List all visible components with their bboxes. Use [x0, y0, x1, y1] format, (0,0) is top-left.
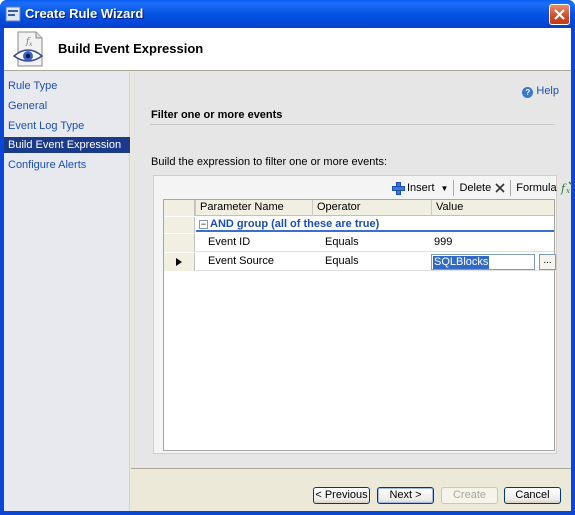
- eye-document-icon: f x: [12, 31, 44, 67]
- content-pane: ? Help Filter one or more events Build th…: [131, 72, 573, 468]
- row-selector[interactable]: [164, 217, 195, 233]
- window-title: Create Rule Wizard: [25, 6, 144, 21]
- column-operator[interactable]: Operator: [312, 200, 431, 216]
- help-link[interactable]: ? Help: [522, 85, 559, 98]
- app-icon: [5, 6, 21, 22]
- formula-label: Formula: [516, 182, 557, 194]
- help-label: Help: [536, 85, 559, 97]
- cancel-button[interactable]: Cancel: [504, 487, 561, 504]
- nav-item-event-log-type[interactable]: Event Log Type: [4, 118, 130, 134]
- chevron-down-icon[interactable]: ▼: [441, 184, 449, 193]
- current-row-arrow-icon: [176, 258, 182, 266]
- title-bar[interactable]: Create Rule Wizard: [0, 0, 575, 28]
- table-row[interactable]: Event ID Equals 999: [196, 234, 554, 252]
- parameter-cell[interactable]: Event Source: [196, 253, 313, 271]
- nav-item-rule-type[interactable]: Rule Type: [4, 78, 130, 94]
- svg-text:x: x: [566, 187, 570, 195]
- and-group-label: AND group (all of these are true): [210, 218, 380, 230]
- section-description: Build the expression to filter one or mo…: [151, 156, 388, 168]
- grid-header: Parameter Name Operator Value: [164, 200, 554, 216]
- column-value[interactable]: Value: [431, 200, 554, 216]
- close-icon: [554, 9, 565, 20]
- browse-button[interactable]: ...: [539, 254, 556, 270]
- help-icon: ?: [522, 87, 534, 98]
- nav-item-configure-alerts[interactable]: Configure Alerts: [4, 157, 130, 173]
- toolbar-separator: [453, 180, 455, 196]
- expression-toolbar: Insert ▼ Delete Formula f x: [390, 178, 575, 198]
- footer-divider: [131, 468, 571, 469]
- and-group-row[interactable]: − AND group (all of these are true): [196, 217, 554, 232]
- nav-item-general[interactable]: General: [4, 98, 130, 114]
- formula-icon: f x: [560, 181, 573, 195]
- insert-button[interactable]: Insert ▼: [390, 179, 450, 197]
- close-button[interactable]: [549, 4, 570, 25]
- wizard-steps: Rule Type General Event Log Type Build E…: [4, 72, 130, 511]
- create-button[interactable]: Create: [441, 487, 498, 504]
- expression-panel: Insert ▼ Delete Formula f x Parameter Na…: [153, 175, 573, 454]
- nav-item-build-event-expression[interactable]: Build Event Expression: [4, 137, 130, 153]
- table-row[interactable]: Event Source Equals SQLBlocks ...: [196, 253, 556, 271]
- operator-cell[interactable]: Equals: [313, 234, 432, 252]
- client-area: f x Build Event Expression Rule Type Gen…: [4, 28, 573, 511]
- previous-button[interactable]: < Previous: [313, 487, 370, 504]
- wizard-header: f x Build Event Expression: [4, 28, 571, 71]
- row-selector[interactable]: [164, 234, 195, 252]
- row-selector[interactable]: [164, 253, 195, 271]
- value-input-text: SQLBlocks: [433, 256, 490, 269]
- parameter-cell[interactable]: Event ID: [196, 234, 313, 252]
- wizard-window: Create Rule Wizard f x Build Event Expre…: [0, 0, 575, 515]
- operator-cell[interactable]: Equals: [313, 253, 432, 271]
- next-button[interactable]: Next >: [377, 487, 434, 504]
- delete-button[interactable]: Delete: [457, 179, 507, 197]
- delete-label: Delete: [459, 182, 492, 194]
- page-title: Build Event Expression: [58, 41, 204, 56]
- column-parameter-name[interactable]: Parameter Name: [195, 200, 312, 216]
- toolbar-separator: [510, 180, 512, 196]
- delete-icon: [495, 183, 505, 193]
- value-input[interactable]: SQLBlocks: [431, 254, 535, 270]
- section-title: Filter one or more events: [151, 109, 283, 121]
- expression-grid: Parameter Name Operator Value − AND group…: [163, 199, 556, 451]
- insert-label: Insert: [407, 182, 435, 194]
- formula-button[interactable]: Formula f x: [514, 179, 575, 197]
- value-cell[interactable]: 999: [432, 234, 552, 252]
- section-divider: [150, 124, 555, 125]
- collapse-icon[interactable]: −: [199, 220, 208, 229]
- header-corner: [164, 200, 195, 216]
- plus-icon: [392, 181, 405, 195]
